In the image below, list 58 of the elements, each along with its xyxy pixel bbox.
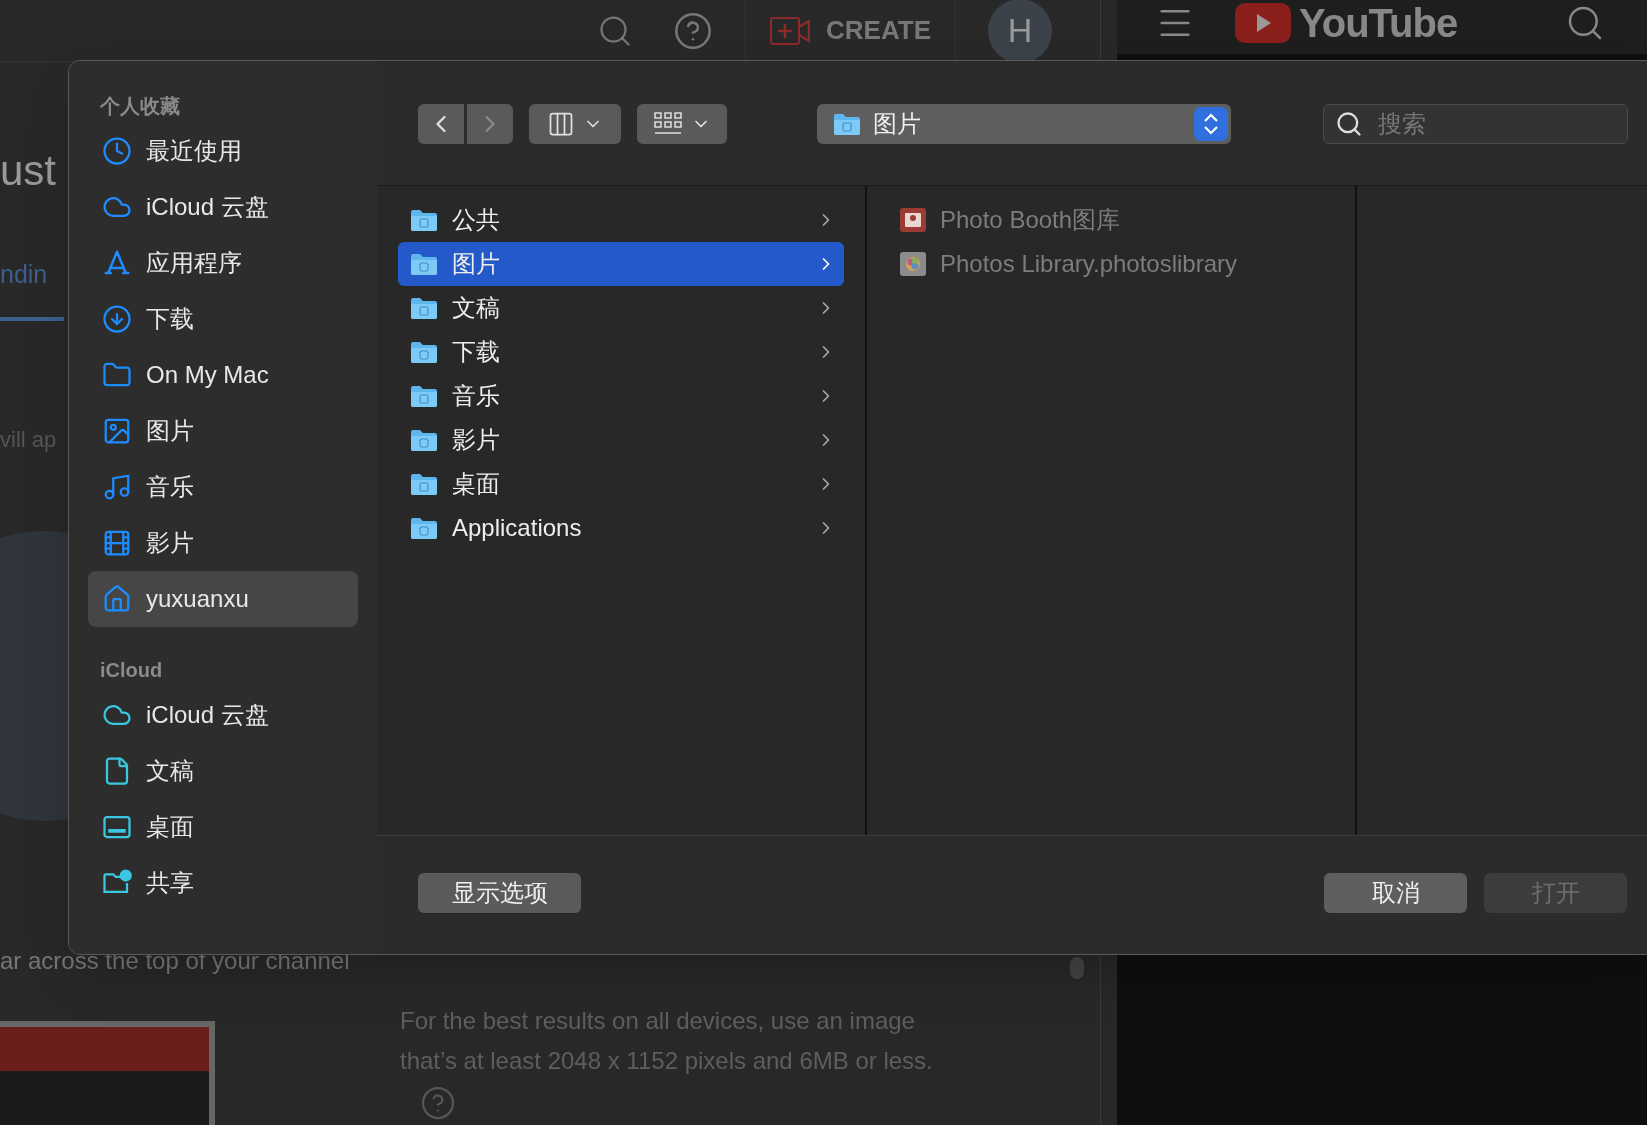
download-icon bbox=[102, 304, 132, 334]
sidebar-item[interactable]: 应用程序 bbox=[88, 235, 358, 291]
clock-icon bbox=[102, 136, 132, 166]
folder-icon bbox=[410, 340, 438, 364]
photos-icon bbox=[898, 251, 928, 277]
view-mode-button[interactable] bbox=[529, 104, 621, 144]
folder-icon bbox=[410, 516, 438, 540]
sidebar-section-title: iCloud bbox=[100, 658, 164, 683]
folder-row[interactable]: 影片 bbox=[398, 418, 844, 462]
folder-row[interactable]: 桌面 bbox=[398, 462, 844, 506]
folder-icon bbox=[410, 472, 438, 496]
folder-row[interactable]: 下载 bbox=[398, 330, 844, 374]
sidebar-item[interactable]: iCloud 云盘 bbox=[88, 179, 358, 235]
sidebar-item[interactable]: 图片 bbox=[88, 403, 358, 459]
grid-icon bbox=[653, 111, 683, 137]
film-icon bbox=[102, 528, 132, 558]
help-icon[interactable] bbox=[420, 1085, 456, 1121]
video-plus-icon bbox=[770, 16, 811, 45]
sidebar-item[interactable]: 音乐 bbox=[88, 459, 358, 515]
options-button[interactable]: 显示选项 bbox=[418, 873, 581, 913]
sidebar-item[interactable]: yuxuanxu bbox=[88, 571, 358, 627]
sidebar-item[interactable]: 文稿 bbox=[88, 743, 358, 799]
folder-row[interactable]: 文稿 bbox=[398, 286, 844, 330]
sidebar-item[interactable]: On My Mac bbox=[88, 347, 358, 403]
folder-row[interactable]: Applications bbox=[398, 506, 844, 550]
scrollbar-thumb[interactable] bbox=[1070, 957, 1084, 979]
sidebar-item[interactable]: 共享 bbox=[88, 855, 358, 911]
sidebar-item[interactable]: 下载 bbox=[88, 291, 358, 347]
avatar[interactable]: H bbox=[988, 0, 1052, 63]
stepper-icon bbox=[1194, 107, 1228, 141]
back-button[interactable] bbox=[418, 104, 464, 144]
path-popup[interactable]: 图片 bbox=[817, 104, 1231, 144]
photo-booth-icon bbox=[898, 207, 928, 233]
folder-row[interactable]: 音乐 bbox=[398, 374, 844, 418]
page-text: ust bbox=[0, 150, 57, 192]
sidebar-item[interactable]: iCloud 云盘 bbox=[88, 687, 358, 743]
folder-icon bbox=[410, 208, 438, 232]
folder-icon bbox=[410, 296, 438, 320]
search-field[interactable]: 搜索 bbox=[1323, 104, 1628, 144]
folder-icon bbox=[410, 384, 438, 408]
folder-icon bbox=[410, 428, 438, 452]
folder-icon bbox=[833, 112, 861, 136]
search-icon bbox=[1335, 110, 1363, 138]
sidebar-item[interactable]: 桌面 bbox=[88, 799, 358, 855]
folder-icon bbox=[410, 252, 438, 276]
sidebar-section-title: 个人收藏 bbox=[100, 94, 181, 119]
image-icon bbox=[102, 416, 132, 446]
dialog-button[interactable]: 取消 bbox=[1324, 873, 1467, 913]
folder-row[interactable]: 图片 bbox=[398, 242, 844, 286]
columns-icon bbox=[547, 110, 575, 138]
group-button[interactable] bbox=[637, 104, 727, 144]
music-note-icon bbox=[102, 472, 132, 502]
page-text: ndin bbox=[0, 262, 64, 321]
folder-row[interactable]: 公共 bbox=[398, 198, 844, 242]
sidebar-item[interactable]: 影片 bbox=[88, 515, 358, 571]
sidebar-item[interactable]: 最近使用 bbox=[88, 123, 358, 179]
help-icon[interactable] bbox=[673, 10, 714, 51]
home-icon bbox=[102, 584, 132, 614]
